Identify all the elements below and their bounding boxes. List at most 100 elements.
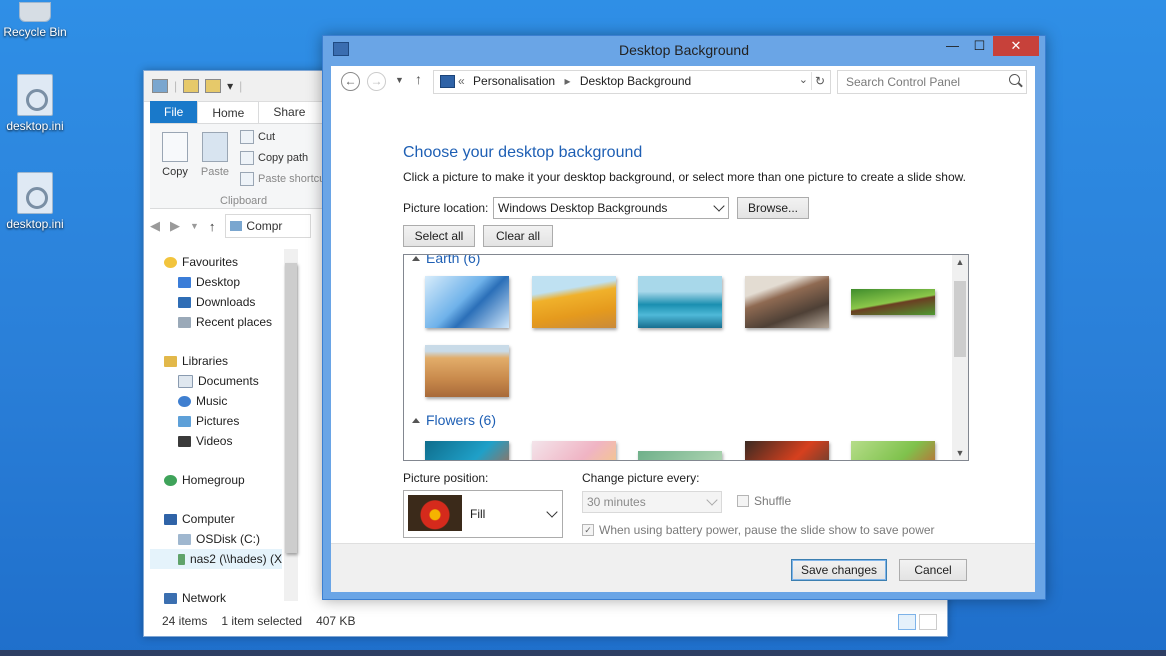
maximize-button[interactable]: ☐ (966, 36, 993, 56)
wallpaper-thumbnail[interactable] (851, 441, 935, 460)
nav-favourites[interactable]: Favourites (164, 255, 238, 269)
wallpaper-thumbnail[interactable] (638, 276, 722, 328)
gallery-scroll-thumb[interactable] (954, 281, 966, 357)
address-dropdown-icon[interactable]: ⌄ (799, 73, 808, 86)
cancel-button[interactable]: Cancel (899, 559, 967, 581)
tab-home[interactable]: Home (197, 101, 260, 123)
page-description: Click a picture to make it your desktop … (403, 170, 966, 184)
taskbar[interactable] (0, 650, 1166, 656)
nav-nas2[interactable]: nas2 (\\hades) (X (150, 549, 282, 569)
nav-computer[interactable]: Computer (164, 512, 235, 526)
checkbox-box[interactable] (737, 495, 749, 507)
collapse-triangle-icon (412, 255, 420, 261)
paste-button[interactable]: Paste (198, 132, 232, 178)
group-header-earth[interactable]: Earth (6) (412, 255, 480, 266)
battery-pause-checkbox[interactable]: ✓ When using battery power, pause the sl… (582, 523, 935, 537)
checkmark-icon[interactable]: ✓ (582, 524, 594, 536)
close-button[interactable]: ✕ (993, 36, 1039, 56)
forward-icon[interactable]: ▶ (170, 218, 180, 234)
nav-homegroup[interactable]: Homegroup (164, 473, 245, 487)
minimize-button[interactable]: — (939, 36, 966, 56)
nav-recent-places[interactable]: Recent places (178, 315, 272, 329)
wallpaper-thumbnail[interactable] (425, 345, 509, 397)
nav-pictures-label: Pictures (196, 414, 240, 428)
shuffle-checkbox[interactable]: Shuffle (737, 494, 791, 508)
wallpaper-thumbnail[interactable] (638, 451, 722, 460)
nav-documents[interactable]: Documents (178, 374, 259, 388)
address-bar[interactable]: « Personalisation ▸ Desktop Background ⌄… (433, 70, 831, 94)
breadcrumb-desktop-background[interactable]: Desktop Background (580, 74, 691, 88)
change-picture-label: Change picture every: (582, 471, 700, 485)
change-interval-select[interactable]: 30 minutes (582, 491, 722, 513)
nav-scrollbar[interactable] (284, 249, 298, 601)
computer-icon[interactable] (152, 79, 168, 93)
copy-button[interactable]: Copy (158, 132, 192, 178)
up-icon[interactable]: ↑ (209, 219, 216, 234)
search-placeholder: Search Control Panel (846, 75, 961, 89)
properties-icon[interactable] (183, 79, 200, 93)
nav-music[interactable]: Music (178, 394, 227, 408)
tab-share[interactable]: Share (259, 101, 319, 123)
tab-file[interactable]: File (150, 101, 198, 123)
nav-desktop[interactable]: Desktop (178, 275, 240, 289)
forward-button[interactable]: → (367, 72, 386, 91)
picture-gallery[interactable]: Earth (6) Flowers (6) ▲ ▼ (403, 254, 969, 461)
nav-favourites-label: Favourites (182, 255, 239, 269)
view-switcher (898, 614, 937, 630)
breadcrumb-separator-icon[interactable]: ▸ (558, 74, 576, 88)
search-icon[interactable] (1009, 74, 1020, 85)
picture-position-value: Fill (470, 507, 486, 521)
refresh-icon[interactable]: ↻ (811, 72, 828, 90)
desktop-ini-file-1[interactable]: desktop.ini (0, 74, 70, 133)
save-changes-button[interactable]: Save changes (791, 559, 887, 581)
gallery-scrollbar[interactable]: ▲ ▼ (952, 255, 968, 460)
recent-dropdown-icon[interactable]: ▼ (190, 221, 199, 231)
scroll-up-icon[interactable]: ▲ (952, 255, 968, 269)
picture-position-select[interactable]: Fill (403, 490, 563, 538)
browse-button[interactable]: Browse... (737, 197, 809, 219)
picture-location-select[interactable]: Windows Desktop Backgrounds (493, 197, 729, 219)
breadcrumb-personalisation[interactable]: Personalisation (473, 74, 555, 88)
wallpaper-thumbnail[interactable] (745, 441, 829, 460)
details-view-icon[interactable] (898, 614, 916, 630)
desktop-ini-file-2[interactable]: desktop.ini (0, 172, 70, 231)
qat-dropdown-icon[interactable]: ▾ (227, 79, 233, 93)
desktop-background-window[interactable]: Desktop Background — ☐ ✕ ← → ▼ ↑ « Perso… (322, 35, 1046, 600)
search-box[interactable]: Search Control Panel (837, 70, 1027, 94)
back-button[interactable]: ← (341, 72, 360, 91)
scroll-down-icon[interactable]: ▼ (952, 446, 968, 460)
music-icon (178, 395, 191, 407)
wallpaper-thumbnail[interactable] (851, 289, 935, 315)
nav-pictures[interactable]: Pictures (178, 414, 239, 428)
nav-downloads[interactable]: Downloads (178, 295, 255, 309)
select-all-button[interactable]: Select all (403, 225, 475, 247)
recycle-bin-icon[interactable]: Recycle Bin (0, 2, 70, 39)
new-folder-icon[interactable] (205, 79, 222, 93)
nav-scroll-thumb[interactable] (285, 263, 297, 553)
paste-shortcut-button[interactable]: Paste shortcut (240, 172, 328, 186)
nav-network[interactable]: Network (164, 591, 226, 605)
large-icons-view-icon[interactable] (919, 614, 937, 630)
copy-path-button[interactable]: Copy path (240, 151, 308, 165)
wallpaper-thumbnail[interactable] (425, 441, 509, 460)
nav-osdisk[interactable]: OSDisk (C:) (178, 532, 260, 546)
config-file-icon (17, 172, 53, 214)
nav-homegroup-label: Homegroup (182, 473, 245, 487)
recent-pages-icon[interactable]: ▼ (395, 75, 404, 85)
breadcrumb-overflow[interactable]: « (458, 74, 465, 88)
wallpaper-thumbnail[interactable] (532, 441, 616, 460)
caption-buttons: — ☐ ✕ (939, 36, 1039, 56)
up-button[interactable]: ↑ (415, 71, 422, 87)
nav-videos[interactable]: Videos (178, 434, 232, 448)
desktop-ini-label: desktop.ini (6, 217, 64, 231)
cut-button[interactable]: Cut (240, 130, 275, 144)
clear-all-button[interactable]: Clear all (483, 225, 553, 247)
group-header-flowers[interactable]: Flowers (6) (412, 412, 496, 428)
explorer-address-bar[interactable]: Compr (225, 214, 312, 238)
back-icon[interactable]: ◀ (150, 218, 160, 234)
wallpaper-thumbnail[interactable] (425, 276, 509, 328)
nav-libraries[interactable]: Libraries (164, 354, 228, 368)
libraries-icon (164, 355, 177, 367)
wallpaper-thumbnail[interactable] (745, 276, 829, 328)
wallpaper-thumbnail[interactable] (532, 276, 616, 328)
